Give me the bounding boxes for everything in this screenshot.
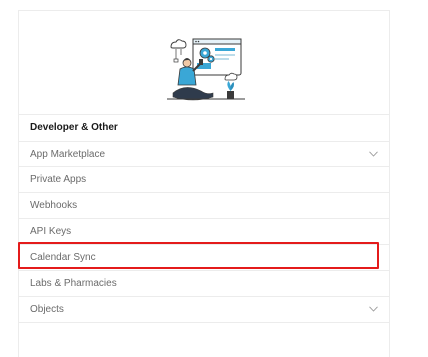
developer-illustration — [167, 38, 245, 101]
menu-item-label: Calendar Sync — [30, 252, 96, 263]
chevron-down-icon[interactable] — [369, 306, 378, 312]
menu-item-app-marketplace[interactable]: App Marketplace — [19, 142, 389, 167]
settings-panel: Developer & Other App Marketplace Privat… — [18, 10, 390, 357]
menu-item-objects[interactable]: Objects — [19, 297, 389, 323]
menu-item-labs-pharmacies[interactable]: Labs & Pharmacies — [19, 271, 389, 297]
menu-item-calendar-sync[interactable]: Calendar Sync — [19, 245, 389, 271]
menu-item-private-apps[interactable]: Private Apps — [19, 167, 389, 193]
illustration-area — [19, 11, 389, 115]
chevron-down-icon[interactable] — [369, 151, 378, 157]
menu-item-label: Private Apps — [30, 174, 87, 185]
menu-item-label: App Marketplace — [30, 149, 106, 160]
menu-item-label: Webhooks — [30, 200, 78, 211]
section-title: Developer & Other — [19, 115, 389, 142]
menu-item-webhooks[interactable]: Webhooks — [19, 193, 389, 219]
menu-item-label: API Keys — [30, 226, 72, 237]
menu-item-label: Objects — [30, 304, 64, 315]
menu-item-label: Labs & Pharmacies — [30, 278, 117, 289]
menu-item-api-keys[interactable]: API Keys — [19, 219, 389, 245]
